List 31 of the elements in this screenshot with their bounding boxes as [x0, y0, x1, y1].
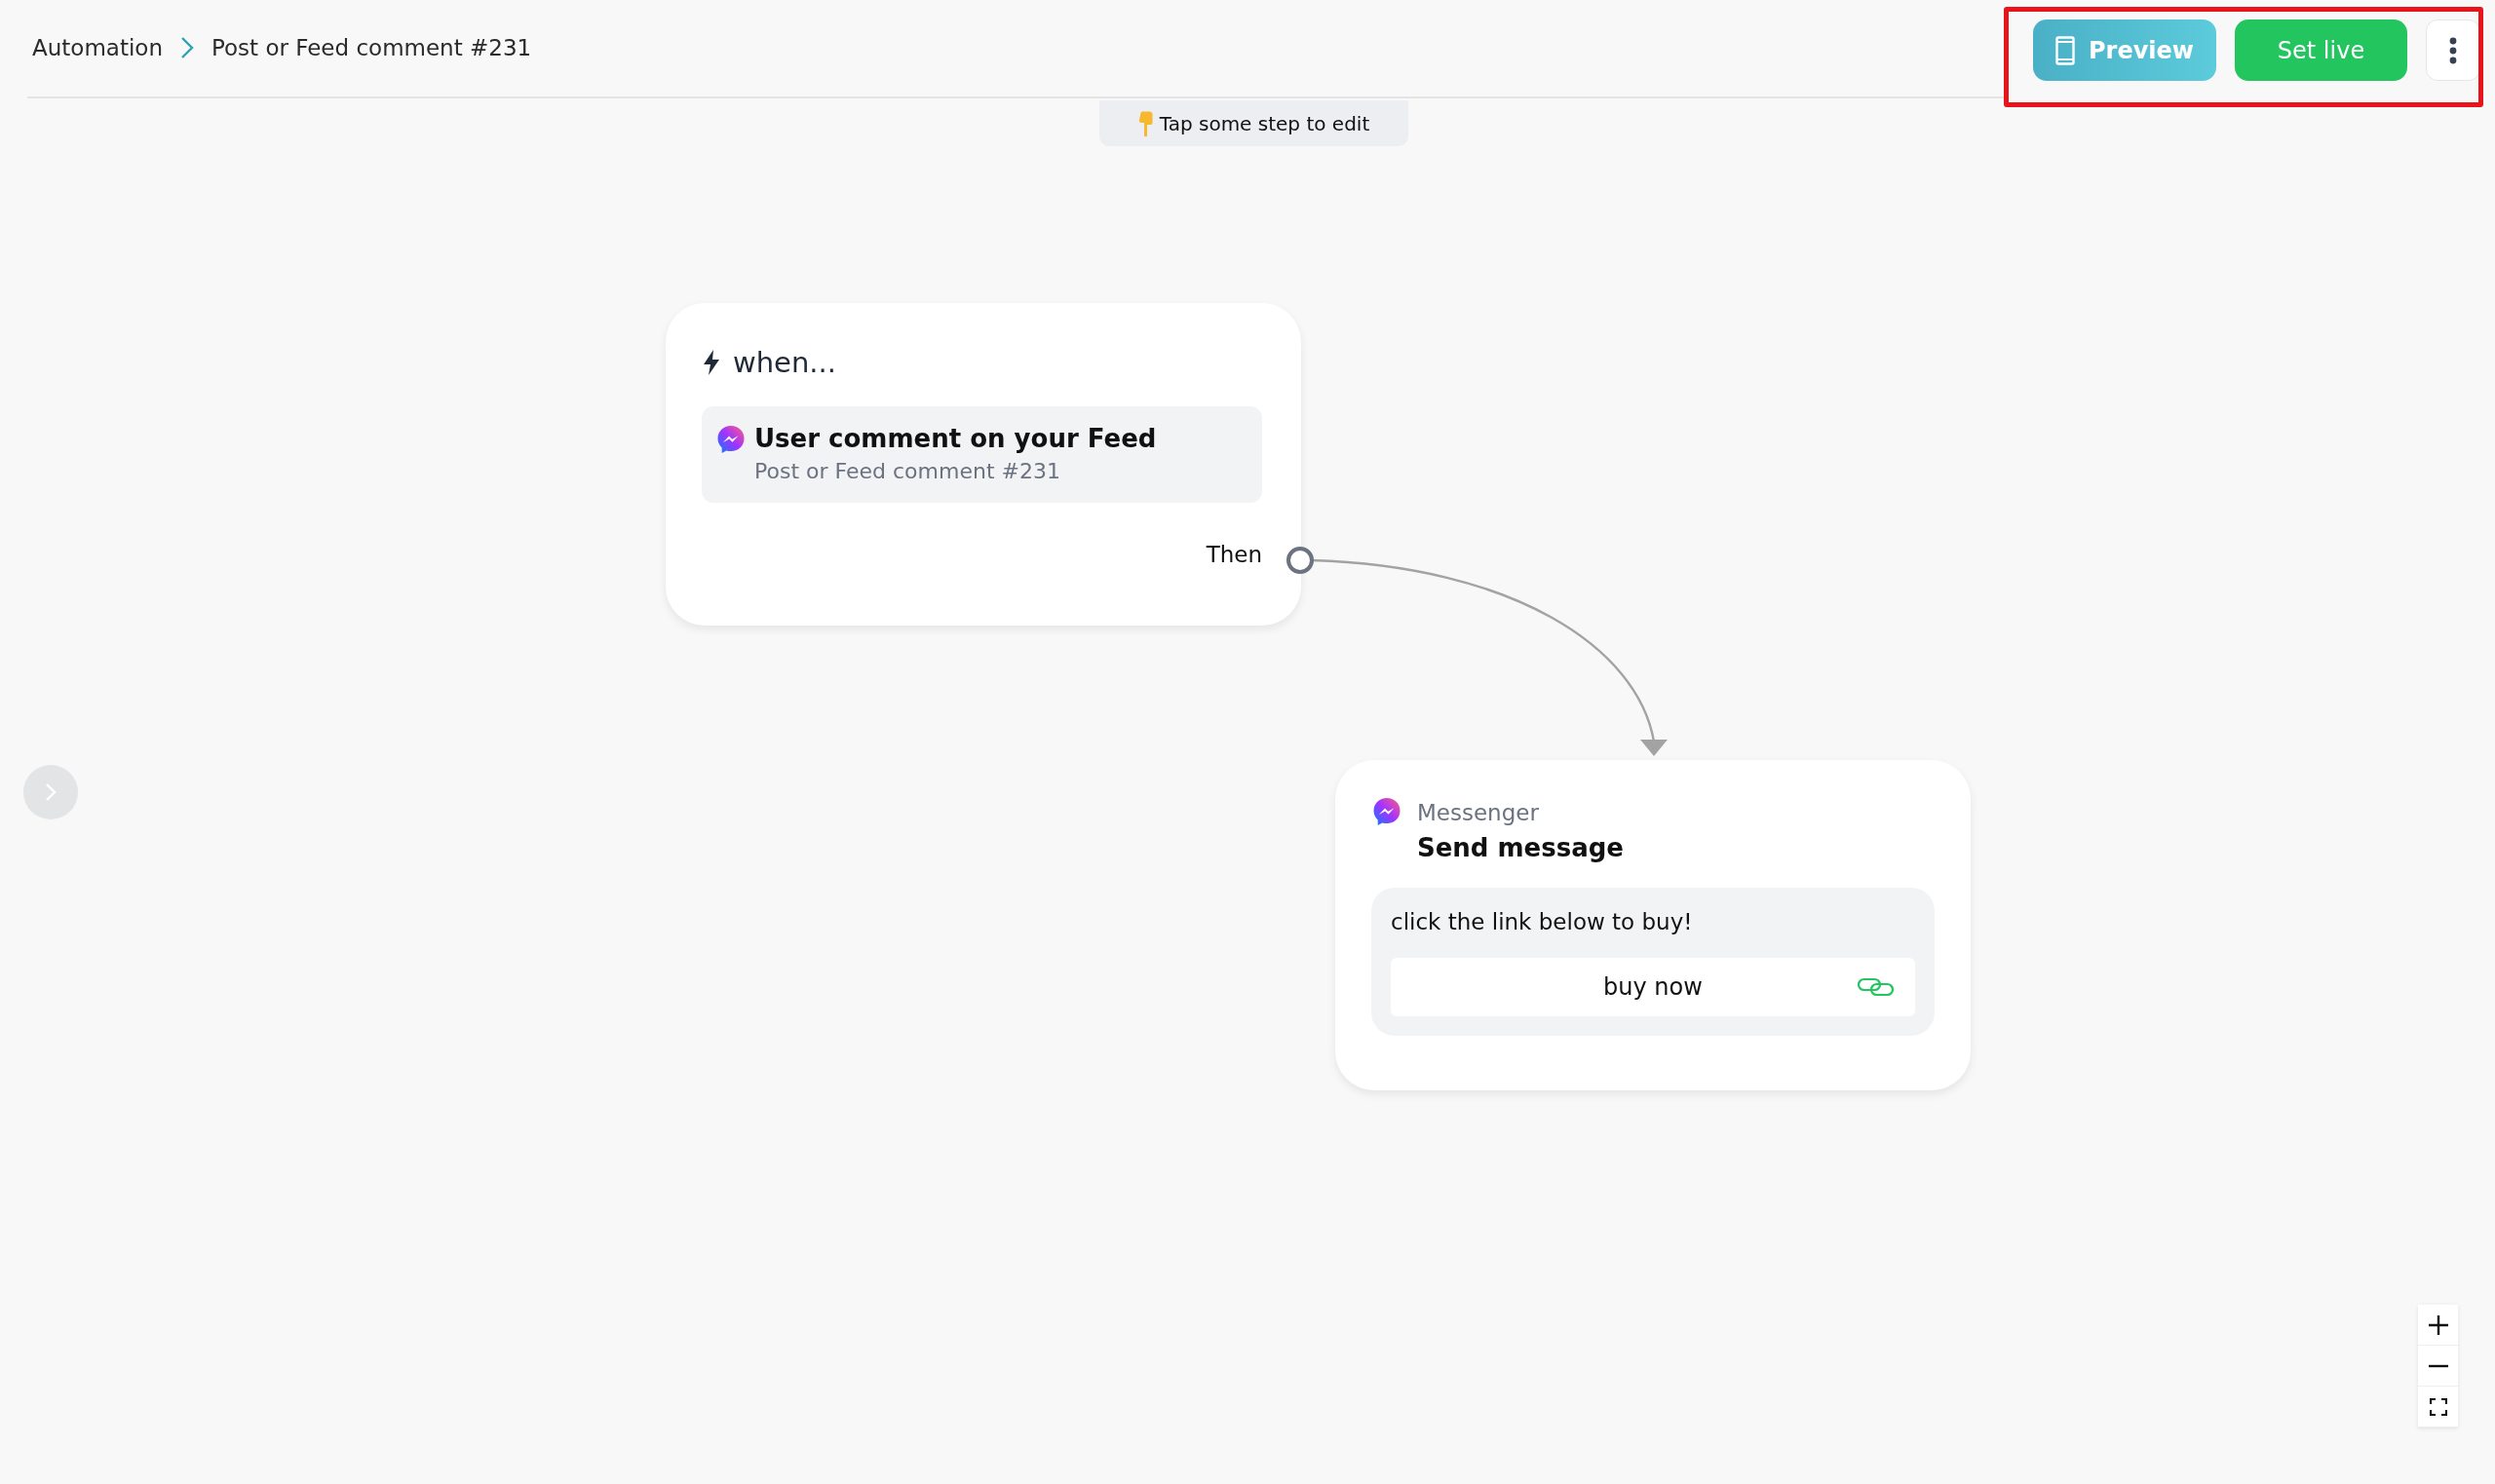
output-label: Then [1206, 542, 1262, 567]
trigger-item[interactable]: User comment on your Feed Post or Feed comment #231 [702, 406, 1262, 503]
action-card[interactable]: Messenger Send message click the link below to buy! buy now [1335, 760, 1971, 1090]
message-text: click the link below to buy! [1391, 909, 1694, 934]
lightning-icon [702, 349, 721, 376]
chevron-right-icon [179, 35, 194, 59]
link-button[interactable]: buy now [1391, 958, 1915, 1016]
channel-label: Messenger [1417, 799, 1540, 827]
plus-icon [2428, 1314, 2448, 1335]
card-title: when... [733, 346, 836, 379]
phone-icon [2055, 35, 2075, 65]
kebab-menu-icon [2449, 36, 2457, 64]
breadcrumb-link[interactable]: Automation [32, 34, 163, 60]
more-options-button[interactable] [2426, 19, 2480, 81]
trigger-card[interactable]: when... User comment on your Feed Post or Feed comment #231 Then [666, 303, 1301, 626]
fit-view-button[interactable] [2418, 1387, 2458, 1427]
fullscreen-icon [2429, 1397, 2447, 1416]
minus-icon [2428, 1363, 2448, 1368]
breadcrumb-current: Post or Feed comment #231 [211, 34, 532, 60]
chevron-right-icon [45, 782, 57, 802]
messenger-icon [1371, 796, 1402, 827]
action-title: Send message [1417, 833, 1624, 862]
hint-text: Tap some step to edit [1159, 111, 1370, 135]
trigger-title: User comment on your Feed [754, 424, 1157, 453]
connection-handle[interactable] [1286, 547, 1314, 574]
zoom-out-button[interactable] [2418, 1346, 2458, 1387]
pointing-hand-icon [1137, 110, 1154, 136]
messenger-icon [715, 424, 747, 455]
trigger-subtitle: Post or Feed comment #231 [754, 459, 1061, 483]
link-icon [1857, 976, 1896, 998]
zoom-in-button[interactable] [2418, 1305, 2458, 1346]
